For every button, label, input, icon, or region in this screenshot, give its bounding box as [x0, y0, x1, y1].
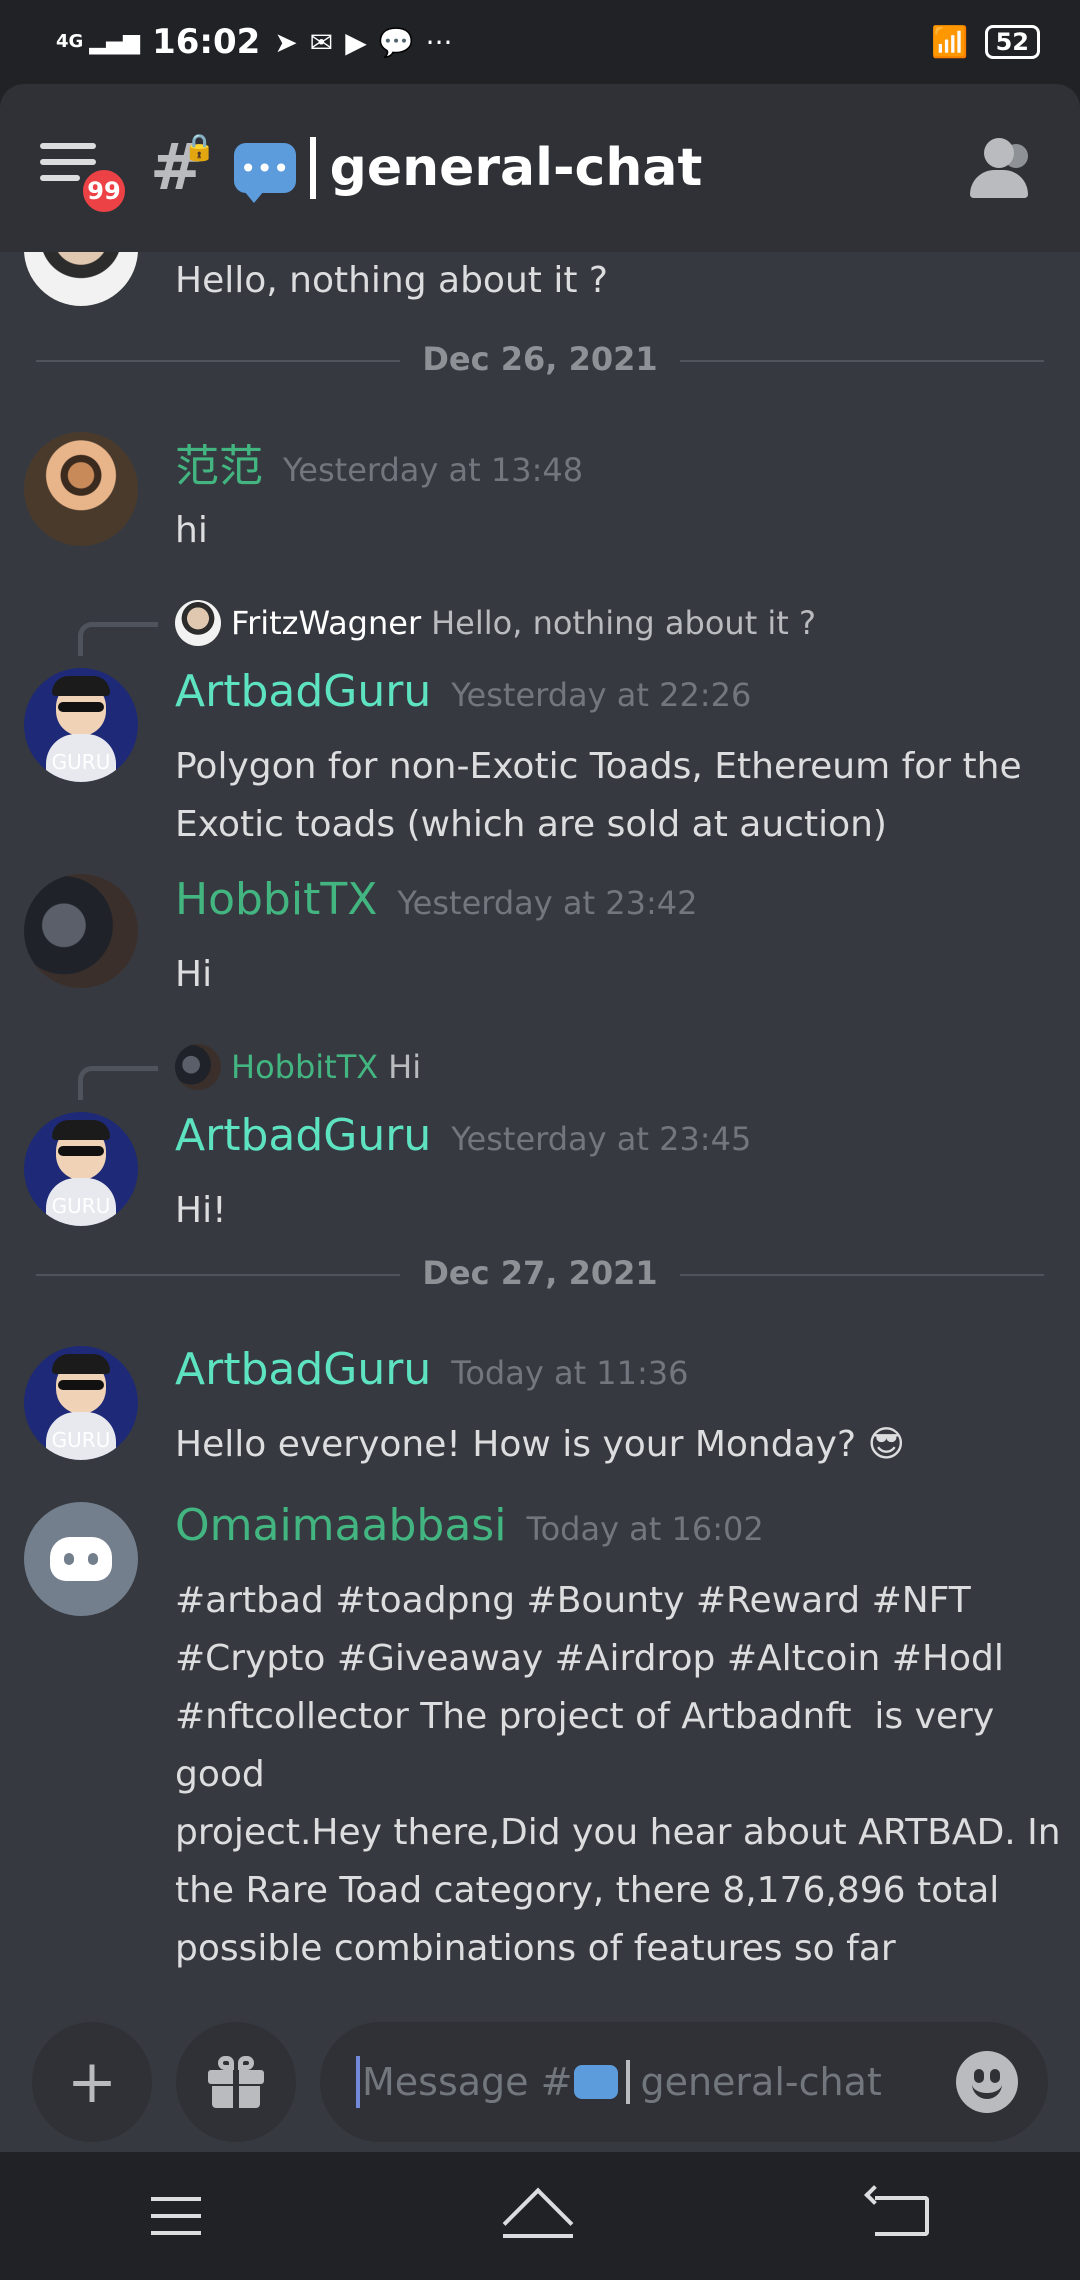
discord-default-avatar[interactable] [24, 1502, 138, 1616]
author-name[interactable]: HobbitTX [175, 874, 377, 925]
message-header: 范范 Yesterday at 13:48 [175, 430, 583, 494]
home-button[interactable] [502, 2187, 574, 2259]
avatar[interactable]: GURU [24, 668, 138, 782]
reply-avatar [175, 1044, 221, 1090]
header-background: 99 # 🔒 ••• general-chat [0, 84, 1080, 252]
message-timestamp: Yesterday at 13:48 [283, 451, 584, 489]
message-text: hi [175, 510, 208, 551]
author-name[interactable]: ArtbadGuru [175, 1344, 431, 1395]
menu-button[interactable]: 99 [40, 133, 130, 217]
message-timestamp: Yesterday at 23:42 [397, 884, 698, 922]
input-placeholder-channel: general-chat [640, 2060, 882, 2104]
reply-connector [78, 622, 158, 656]
youtube-icon: ▶ [345, 25, 367, 59]
message-composer: + Message # general-chat [0, 2012, 1080, 2152]
reply-text: Hello, nothing about it ? [431, 604, 816, 642]
mail-icon: ✉ [309, 25, 334, 59]
avatar-label: GURU [51, 1428, 111, 1452]
author-name[interactable]: ArtbadGuru [175, 1110, 431, 1161]
reply-text: Hi [388, 1048, 422, 1086]
status-bar: 4G ▂▄▆ 16:02 ➤ ✉ ▶ 💬 ··· 📶 52 [0, 0, 1080, 84]
message-text: Hello everyone! How is your Monday? 😎 [175, 1424, 906, 1465]
message-list[interactable]: Hello, nothing about it ? Dec 26, 2021 范… [0, 252, 1080, 2012]
message-input[interactable]: Message # general-chat [320, 2022, 1048, 2142]
avatar-label: GURU [51, 1194, 111, 1218]
avatar[interactable] [24, 432, 138, 546]
author-name[interactable]: ArtbadGuru [175, 666, 431, 717]
gift-button[interactable] [176, 2022, 296, 2142]
gift-icon [208, 2056, 264, 2108]
wifi-icon: 📶 [931, 24, 969, 60]
author-name[interactable]: Omaimaabbasi [175, 1500, 506, 1551]
avatar[interactable]: GURU [24, 1346, 138, 1460]
channel-header: 99 # 🔒 ••• general-chat [0, 84, 1080, 252]
chat-bubble-icon: 💬 [378, 25, 414, 59]
message-text: Hi! [175, 1190, 227, 1231]
message-header: ArtbadGuru Today at 11:36 [175, 1344, 689, 1395]
reply-avatar [175, 600, 221, 646]
speech-bubble-icon [574, 2065, 619, 2099]
reply-author: HobbitTX [231, 1048, 379, 1086]
text-caret [356, 2056, 360, 2108]
message-header: ArtbadGuru Yesterday at 23:45 [175, 1110, 751, 1161]
message-timestamp: Yesterday at 22:26 [451, 676, 752, 714]
avatar[interactable] [24, 874, 138, 988]
reply-preview[interactable]: FritzWagner Hello, nothing about it ? [175, 600, 816, 646]
signal-indicator: 4G [56, 31, 84, 52]
date-divider-label: Dec 26, 2021 [400, 340, 680, 378]
emoji-button[interactable] [956, 2051, 1018, 2113]
avatar-label: GURU [51, 750, 111, 774]
reply-connector [78, 1066, 158, 1100]
plus-icon: + [66, 2047, 118, 2117]
message-timestamp: Today at 11:36 [451, 1354, 689, 1392]
title-separator [309, 137, 316, 199]
date-divider-label: Dec 27, 2021 [400, 1254, 680, 1292]
message-header: HobbitTX Yesterday at 23:42 [175, 874, 697, 925]
message-header: Omaimaabbasi Today at 16:02 [175, 1500, 764, 1551]
message-text: #artbad #toadpng #Bounty #Reward #NFT #C… [175, 1580, 1061, 1969]
signal-bars-icon: ▂▄▆ [89, 29, 141, 55]
message-text: Hi [175, 954, 213, 995]
notification-badge: 99 [78, 165, 130, 217]
back-button[interactable] [864, 2185, 929, 2236]
reply-author: FritzWagner [231, 604, 422, 642]
input-placeholder-prefix: Message # [362, 2060, 573, 2104]
members-icon[interactable] [960, 138, 1040, 198]
system-navigation-bar [0, 2152, 1080, 2280]
recent-apps-button[interactable] [151, 2197, 201, 2235]
avatar[interactable] [24, 252, 138, 306]
message-header: ArtbadGuru Yesterday at 22:26 [175, 666, 751, 717]
more-icon: ··· [425, 25, 453, 59]
message-text: Hello, nothing about it ? [175, 260, 609, 301]
speech-bubble-icon: ••• [233, 143, 296, 203]
message-timestamp: Yesterday at 23:45 [451, 1120, 752, 1158]
telegram-icon: ➤ [274, 25, 298, 59]
avatar[interactable]: GURU [24, 1112, 138, 1226]
title-separator [626, 2060, 631, 2104]
lock-icon: 🔒 [183, 133, 216, 163]
reply-preview[interactable]: HobbitTX Hi [175, 1044, 421, 1090]
locked-channel-icon: # 🔒 [150, 131, 216, 205]
channel-title: general-chat [329, 138, 703, 198]
message-text: Polygon for non-Exotic Toads, Ethereum f… [175, 746, 1022, 845]
author-name[interactable]: 范范 [175, 430, 263, 494]
discord-logo-icon [50, 1537, 112, 1581]
add-attachment-button[interactable]: + [32, 2022, 152, 2142]
status-time: 16:02 [152, 22, 261, 62]
message-timestamp: Today at 16:02 [526, 1510, 764, 1548]
battery-indicator: 52 [984, 25, 1040, 59]
